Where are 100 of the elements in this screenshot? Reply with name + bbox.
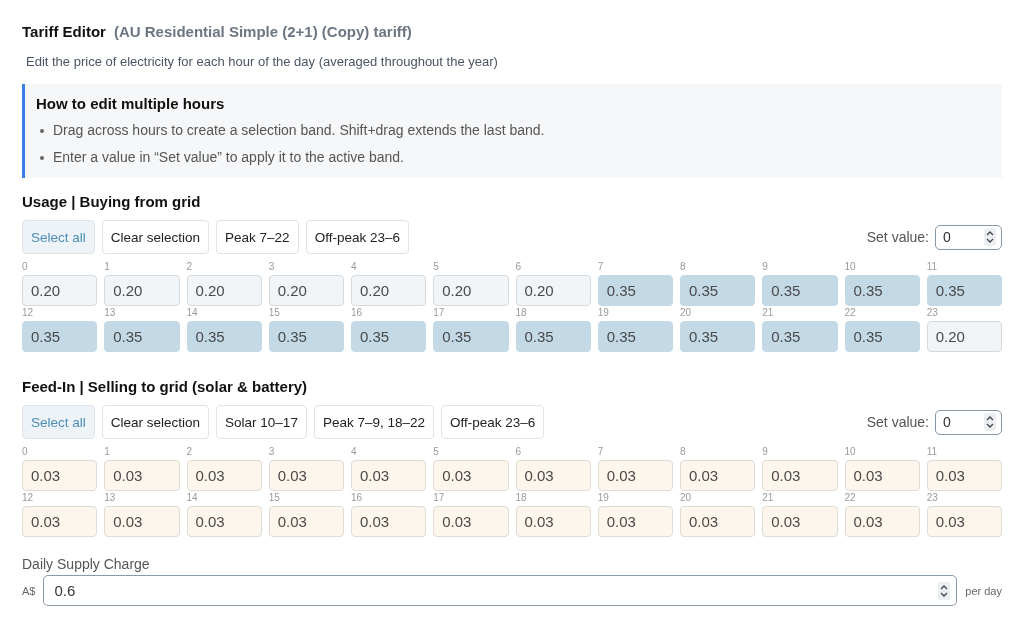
price-field[interactable]: 0.35 — [433, 321, 509, 352]
price-field[interactable]: 0.20 — [515, 275, 591, 306]
price-field[interactable]: 0.35 — [515, 321, 591, 352]
hour-label: 2 — [186, 261, 194, 273]
price-field[interactable]: 0.35 — [926, 275, 1002, 306]
hour-label: 19 — [597, 492, 610, 504]
help-text: Drag across hours to create a selection band. Shift+drag extends the last band. — [53, 121, 545, 140]
price-field[interactable]: 0.20 — [268, 275, 344, 306]
price-field[interactable]: 0.03 — [762, 460, 838, 491]
set-value-label: Set value: — [866, 229, 929, 245]
price-field[interactable]: 0.03 — [762, 506, 838, 537]
hour-label: 18 — [515, 307, 528, 319]
price-field[interactable]: 0.35 — [22, 321, 98, 352]
price-field[interactable]: 0.03 — [433, 506, 509, 537]
price-field[interactable]: 0.35 — [762, 321, 838, 352]
hour-label: 13 — [104, 492, 117, 504]
price-field[interactable]: 0.20 — [433, 275, 509, 306]
hour-label: 12 — [22, 492, 35, 504]
price-field[interactable]: 0.20 — [926, 321, 1002, 352]
price-field[interactable]: 0.03 — [926, 506, 1002, 537]
price-field[interactable]: 0.03 — [22, 506, 98, 537]
hour-label: 8 — [680, 446, 687, 458]
price-field[interactable]: 0.03 — [268, 506, 344, 537]
price-field[interactable]: 0.35 — [268, 321, 344, 352]
toolbar-button[interactable]: Peak 7–22 — [216, 220, 299, 254]
hour-label: 16 — [351, 492, 364, 504]
section-title: Feed-In | Selling to grid (solar & battery) — [22, 377, 309, 397]
hour-label: 23 — [926, 492, 939, 504]
hour-label: 3 — [268, 261, 276, 273]
price-field[interactable]: 0.35 — [844, 321, 920, 352]
price-field[interactable]: 0.35 — [844, 275, 920, 306]
hour-label: 22 — [844, 307, 857, 319]
toolbar-button[interactable]: Solar 10–17 — [216, 405, 307, 439]
price-field[interactable]: 0.03 — [680, 506, 756, 537]
hour-label: 5 — [433, 261, 440, 273]
toolbar-button[interactable]: Peak 7–9, 18–22 — [313, 405, 434, 439]
price-field[interactable]: 0.03 — [844, 460, 920, 491]
price-field[interactable]: 0.03 — [515, 460, 591, 491]
set-value-field[interactable]: 0 — [935, 409, 1002, 435]
price-field[interactable]: 0.03 — [680, 460, 756, 491]
price-field[interactable]: 0.35 — [597, 275, 673, 306]
hour-label: 1 — [104, 261, 111, 273]
bullet-icon — [40, 155, 44, 160]
hour-label: 20 — [680, 307, 693, 319]
price-field[interactable]: 0.35 — [186, 321, 262, 352]
price-field[interactable]: 0.03 — [186, 460, 262, 491]
price-field[interactable]: 0.03 — [351, 506, 427, 537]
price-field[interactable]: 0.20 — [104, 275, 180, 306]
hour-label: 17 — [433, 307, 446, 319]
price-field[interactable]: 0.35 — [597, 321, 673, 352]
hour-label: 17 — [433, 492, 446, 504]
price-field[interactable]: 0.20 — [22, 275, 98, 306]
hour-label: 14 — [186, 492, 199, 504]
set-value-field[interactable]: 0 — [935, 224, 1002, 250]
price-field[interactable]: 0.03 — [515, 506, 591, 537]
price-field[interactable]: 0.03 — [433, 460, 509, 491]
price-field[interactable]: 0.35 — [680, 321, 756, 352]
supply-field[interactable]: 0.6 — [43, 575, 958, 606]
hour-label: 22 — [844, 492, 857, 504]
price-field[interactable]: 0.03 — [597, 460, 673, 491]
hour-label: 15 — [268, 307, 281, 319]
hour-label: 7 — [597, 261, 605, 273]
price-field[interactable]: 0.03 — [926, 460, 1002, 491]
hour-label: 4 — [351, 261, 358, 273]
price-field[interactable]: 0.35 — [680, 275, 756, 306]
hour-label: 23 — [926, 307, 939, 319]
price-field[interactable]: 0.03 — [268, 460, 344, 491]
hour-label: 10 — [844, 261, 857, 273]
price-field[interactable]: 0.03 — [104, 460, 180, 491]
price-field[interactable]: 0.03 — [844, 506, 920, 537]
hour-label: 6 — [515, 446, 523, 458]
hour-label: 5 — [433, 446, 440, 458]
hour-label: 18 — [515, 492, 528, 504]
price-field[interactable]: 0.35 — [762, 275, 838, 306]
toolbar-button[interactable]: Clear selection — [101, 405, 210, 439]
bullet-icon — [40, 128, 44, 133]
toolbar-button[interactable]: Clear selection — [101, 220, 210, 254]
hour-label: 20 — [680, 492, 693, 504]
toolbar-button[interactable]: Off-peak 23–6 — [441, 405, 545, 439]
hour-label: 21 — [762, 492, 775, 504]
price-field[interactable]: 0.03 — [104, 506, 180, 537]
up-down-chevron-icon[interactable] — [984, 228, 996, 246]
section-title: Usage | Buying from grid — [22, 192, 202, 212]
set-value-label: Set value: — [866, 414, 929, 430]
price-field[interactable]: 0.03 — [597, 506, 673, 537]
price-field[interactable]: 0.03 — [186, 506, 262, 537]
price-field[interactable]: 0.35 — [104, 321, 180, 352]
toolbar-button[interactable]: Off-peak 23–6 — [305, 220, 409, 254]
up-down-chevron-icon[interactable] — [984, 413, 996, 431]
price-field[interactable]: 0.03 — [351, 460, 427, 491]
price-field[interactable]: 0.03 — [22, 460, 98, 491]
price-field[interactable]: 0.20 — [351, 275, 427, 306]
hour-label: 1 — [104, 446, 111, 458]
price-field[interactable]: 0.35 — [351, 321, 427, 352]
price-field[interactable]: 0.20 — [186, 275, 262, 306]
hour-label: 3 — [268, 446, 276, 458]
hour-label: 6 — [515, 261, 523, 273]
up-down-chevron-icon[interactable] — [938, 581, 951, 600]
help-text: Enter a value in “Set value” to apply it to the active band. — [53, 148, 404, 167]
hour-label: 21 — [762, 307, 775, 319]
